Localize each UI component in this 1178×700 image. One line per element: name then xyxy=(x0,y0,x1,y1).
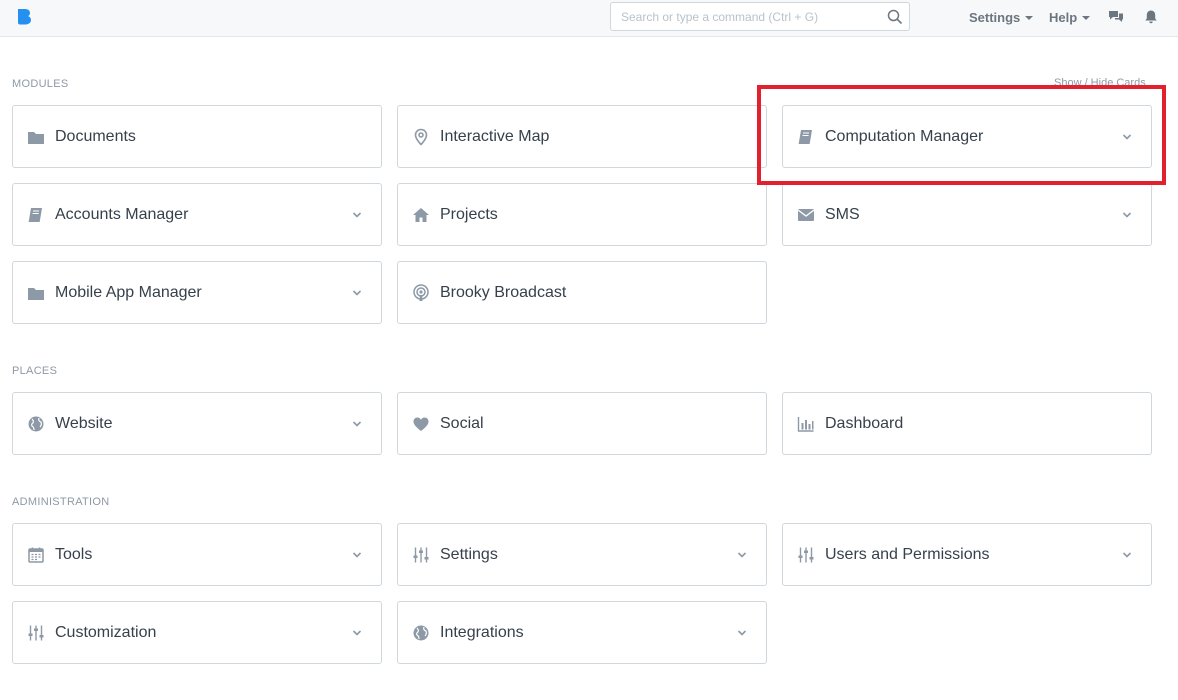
chevron-down-icon[interactable] xyxy=(1121,131,1133,143)
bell-icon[interactable] xyxy=(1143,9,1159,25)
sliders-icon xyxy=(797,546,815,564)
bar-chart-icon xyxy=(797,415,815,433)
card-label: Users and Permissions xyxy=(825,546,990,563)
place-card-social[interactable]: Social xyxy=(397,392,767,455)
app-logo-icon[interactable] xyxy=(16,8,34,26)
module-card-documents[interactable]: Documents xyxy=(12,105,382,168)
search-bar[interactable] xyxy=(610,2,910,31)
folder-icon xyxy=(27,284,45,302)
search-icon[interactable] xyxy=(887,9,903,25)
chevron-down-icon[interactable] xyxy=(351,549,363,561)
place-card-dashboard[interactable]: Dashboard xyxy=(782,392,1152,455)
chevron-down-icon[interactable] xyxy=(736,549,748,561)
section-label-administration: ADMINISTRATION xyxy=(12,496,110,508)
admin-card-integrations[interactable]: Integrations xyxy=(397,601,767,664)
card-label: Tools xyxy=(55,546,93,563)
heart-icon xyxy=(412,415,430,433)
settings-dropdown[interactable]: Settings xyxy=(969,10,1034,25)
card-label: Social xyxy=(440,415,484,432)
card-label: Mobile App Manager xyxy=(55,284,202,301)
card-label: Website xyxy=(55,415,113,432)
chevron-down-icon[interactable] xyxy=(351,209,363,221)
module-card-computation-manager[interactable]: Computation Manager xyxy=(782,105,1152,168)
card-label: Computation Manager xyxy=(825,128,984,145)
card-label: Dashboard xyxy=(825,415,904,432)
settings-dropdown-label: Settings xyxy=(969,10,1021,25)
top-navbar: Settings Help xyxy=(0,0,1178,37)
map-marker-icon xyxy=(412,128,430,146)
module-card-projects[interactable]: Projects xyxy=(397,183,767,246)
module-card-interactive-map[interactable]: Interactive Map xyxy=(397,105,767,168)
card-label: Interactive Map xyxy=(440,128,550,145)
sliders-icon xyxy=(412,546,430,564)
chevron-down-icon[interactable] xyxy=(351,418,363,430)
folder-icon xyxy=(27,128,45,146)
chevron-down-icon[interactable] xyxy=(1121,549,1133,561)
card-label: Settings xyxy=(440,546,498,563)
module-card-accounts-manager[interactable]: Accounts Manager xyxy=(12,183,382,246)
sliders-icon xyxy=(27,624,45,642)
globe-icon xyxy=(27,415,45,433)
show-hide-cards-link[interactable]: Show / Hide Cards xyxy=(1054,77,1146,89)
admin-card-tools[interactable]: Tools xyxy=(12,523,382,586)
caret-down-icon xyxy=(1025,15,1034,20)
card-label: Integrations xyxy=(440,624,524,641)
module-card-mobile-app-manager[interactable]: Mobile App Manager xyxy=(12,261,382,324)
chevron-down-icon[interactable] xyxy=(351,287,363,299)
caret-down-icon xyxy=(1082,15,1091,20)
card-label: Customization xyxy=(55,624,157,641)
card-label: Documents xyxy=(55,128,136,145)
card-label: Brooky Broadcast xyxy=(440,284,567,301)
book-icon xyxy=(27,206,45,224)
help-dropdown[interactable]: Help xyxy=(1049,10,1091,25)
place-card-website[interactable]: Website xyxy=(12,392,382,455)
calendar-icon xyxy=(27,546,45,564)
section-label-places: PLACES xyxy=(12,365,58,377)
chevron-down-icon[interactable] xyxy=(1121,209,1133,221)
admin-card-users-and-permissions[interactable]: Users and Permissions xyxy=(782,523,1152,586)
section-label-modules: MODULES xyxy=(12,78,69,90)
help-dropdown-label: Help xyxy=(1049,10,1078,25)
module-card-brooky-broadcast[interactable]: Brooky Broadcast xyxy=(397,261,767,324)
home-icon xyxy=(412,206,430,224)
envelope-icon xyxy=(797,206,815,224)
podcast-icon xyxy=(412,284,430,302)
admin-card-customization[interactable]: Customization xyxy=(12,601,382,664)
globe-icon xyxy=(412,624,430,642)
chat-icon[interactable] xyxy=(1108,9,1124,25)
search-input[interactable] xyxy=(611,3,881,30)
card-label: Projects xyxy=(440,206,498,223)
chevron-down-icon[interactable] xyxy=(351,627,363,639)
admin-card-settings[interactable]: Settings xyxy=(397,523,767,586)
card-label: SMS xyxy=(825,206,860,223)
module-card-sms[interactable]: SMS xyxy=(782,183,1152,246)
book-icon xyxy=(797,128,815,146)
card-label: Accounts Manager xyxy=(55,206,189,223)
chevron-down-icon[interactable] xyxy=(736,627,748,639)
